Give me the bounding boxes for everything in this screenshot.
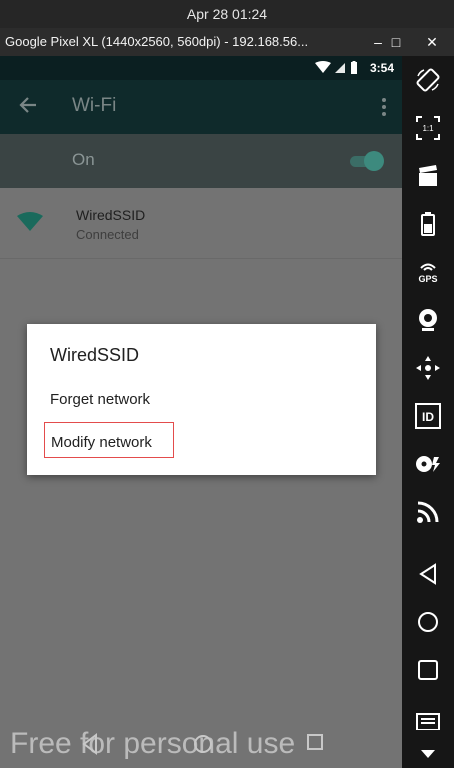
id-label: ID <box>422 410 434 424</box>
screen-record-icon[interactable] <box>412 160 444 192</box>
network-list-item[interactable]: WiredSSID Connected <box>0 188 402 259</box>
status-icons <box>314 61 360 78</box>
modify-network-option[interactable]: Modify network <box>51 434 152 451</box>
gps-icon[interactable]: GPS <box>412 256 444 288</box>
network-options-dialog: WiredSSID Forget network Modify network <box>27 324 376 475</box>
gps-label: GPS <box>418 274 437 284</box>
scroll-down-icon[interactable] <box>412 740 444 768</box>
emulator-toolbar: 1:1 GPS ID <box>402 56 454 768</box>
network-status: Connected <box>76 227 139 242</box>
wifi-switch-label: On <box>72 150 95 169</box>
dialog-title: WiredSSID <box>50 345 140 365</box>
ghost-recents-icon <box>306 733 324 756</box>
home-nav-icon[interactable] <box>412 606 444 638</box>
minimize-button[interactable]: – <box>368 28 388 56</box>
media-icon[interactable] <box>412 448 444 480</box>
maximize-button[interactable]: □ <box>386 28 406 56</box>
recents-nav-icon[interactable] <box>412 654 444 686</box>
more-options-icon[interactable] <box>380 96 388 123</box>
android-screen[interactable]: 3:54 Wi-Fi On WiredSSID Connected WiredS… <box>0 56 402 768</box>
watermark-text: Free for personal use <box>10 727 296 760</box>
window-title: Google Pixel XL (1440x2560, 560dpi) - 19… <box>5 34 309 49</box>
emulator-title-bar: Google Pixel XL (1440x2560, 560dpi) - 19… <box>0 28 454 56</box>
ghost-back-icon <box>80 733 100 760</box>
battery-icon[interactable] <box>412 208 444 240</box>
rotate-icon[interactable] <box>412 64 444 96</box>
device-id-icon[interactable]: ID <box>412 400 444 432</box>
back-nav-icon[interactable] <box>412 558 444 590</box>
toggle-knob <box>364 151 384 171</box>
app-bar: Wi-Fi <box>0 80 402 134</box>
wifi-master-switch-row[interactable]: On <box>0 134 402 188</box>
back-arrow-icon[interactable] <box>16 92 42 123</box>
forget-network-option[interactable]: Forget network <box>50 391 150 408</box>
wifi-signal-icon <box>16 212 44 237</box>
close-button[interactable]: ✕ <box>422 28 442 56</box>
host-clock: Apr 28 01:24 <box>0 0 454 28</box>
modify-network-highlight[interactable]: Modify network <box>44 422 174 458</box>
menu-icon[interactable] <box>412 704 444 736</box>
cast-icon[interactable] <box>412 496 444 528</box>
status-bar: 3:54 <box>0 56 402 80</box>
ghost-home-icon <box>192 733 214 760</box>
status-time: 3:54 <box>369 61 394 75</box>
scale-1to1-icon[interactable]: 1:1 <box>412 112 444 144</box>
network-ssid: WiredSSID <box>76 207 146 223</box>
scale-label: 1:1 <box>422 124 434 133</box>
dpad-icon[interactable] <box>412 352 444 384</box>
camera-icon[interactable] <box>412 304 444 336</box>
wifi-toggle[interactable] <box>348 151 384 171</box>
page-title: Wi-Fi <box>72 95 117 116</box>
